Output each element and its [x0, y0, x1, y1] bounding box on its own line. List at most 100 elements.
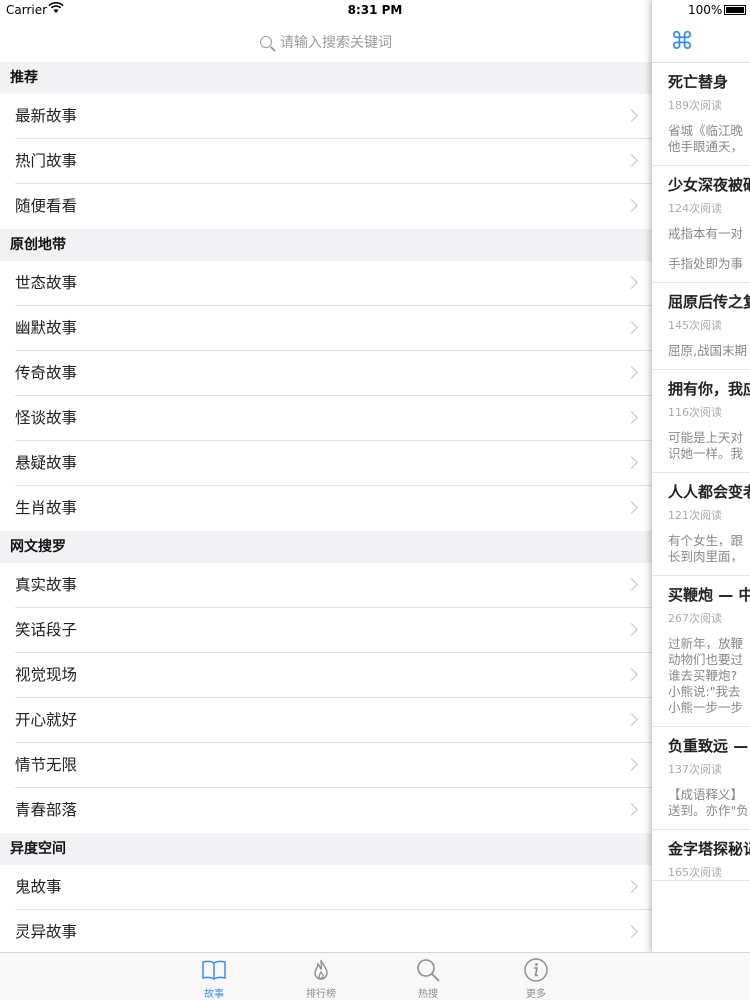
tab-ranking[interactable]: 排行榜	[291, 957, 351, 1000]
command-menu-icon[interactable]: ⌘	[670, 29, 694, 53]
category-row[interactable]: 生肖故事	[0, 486, 652, 531]
category-row[interactable]: 情节无限	[0, 743, 652, 788]
status-time: 8:31 PM	[347, 3, 403, 17]
category-label: 幽默故事	[15, 319, 78, 337]
category-row[interactable]: 青春部落	[0, 788, 652, 833]
story-title: 死亡替身	[668, 73, 729, 91]
story-excerpt: 有个女生，跟 长到肉里面，	[668, 533, 750, 575]
chevron-right-icon	[625, 623, 638, 636]
story-title: 屈原后传之复	[668, 293, 750, 311]
battery-icon	[724, 5, 746, 15]
battery-percentage: 100%	[688, 3, 723, 17]
excerpt-line: 有个女生，跟	[668, 533, 744, 548]
chevron-right-icon	[625, 758, 638, 771]
story-excerpt: 过新年，放鞭 动物们也要过 谁去买鞭炮? 小熊说:"我去 小熊一步一步	[668, 636, 750, 726]
excerpt-line: 小熊一步一步	[668, 700, 744, 715]
chevron-right-icon	[625, 456, 638, 469]
excerpt-line: 戒指本有一对	[668, 226, 744, 241]
excerpt-line: 送到。亦作"负	[668, 803, 749, 818]
category-row[interactable]: 视觉现场	[0, 653, 652, 698]
category-label: 情节无限	[15, 756, 78, 774]
story-title: 人人都会变老	[668, 483, 750, 501]
category-row[interactable]: 悬疑故事	[0, 441, 652, 486]
tab-hot-search[interactable]: 热搜	[398, 957, 458, 1000]
story-list-panel: ⌘ 死亡替身 189次阅读省城《临江晚 他手眼通天， 少女深夜被砸 124次阅读戒指本有…	[652, 0, 750, 952]
category-label: 热门故事	[15, 152, 78, 170]
story-read-count: 116次阅读	[668, 406, 722, 419]
excerpt-line: 手指处即为事	[668, 256, 744, 271]
category-row[interactable]: 热门故事	[0, 139, 652, 184]
chevron-right-icon	[625, 501, 638, 514]
category-row[interactable]: 最新故事	[0, 94, 652, 139]
search-icon	[398, 957, 458, 983]
story-read-count: 121次阅读	[668, 509, 722, 522]
story-list: 死亡替身 189次阅读省城《临江晚 他手眼通天， 少女深夜被砸 124次阅读戒指本有一对…	[652, 63, 750, 881]
story-read-count: 145次阅读	[668, 319, 722, 332]
tab-stories[interactable]: 故事	[184, 957, 244, 1000]
category-label: 笑话段子	[15, 621, 78, 639]
category-label: 视觉现场	[15, 666, 78, 684]
chevron-right-icon	[625, 109, 638, 122]
excerpt-line: 【成语释义】	[668, 787, 744, 802]
excerpt-line: 谁去买鞭炮?	[668, 668, 738, 683]
chevron-right-icon	[625, 578, 638, 591]
chevron-right-icon	[625, 276, 638, 289]
story-item[interactable]: 死亡替身 189次阅读省城《临江晚 他手眼通天，	[652, 63, 750, 166]
category-label: 开心就好	[15, 711, 78, 729]
search-bar[interactable]: 请输入搜索关键词	[0, 22, 652, 62]
category-label: 青春部落	[15, 801, 78, 819]
story-read-count: 189次阅读	[668, 99, 722, 112]
story-item[interactable]: 拥有你，我应 116次阅读 可能是上天对 识她一样。我	[652, 370, 750, 473]
excerpt-line: 屈原,战国末期	[668, 343, 747, 358]
category-list: 推荐 最新故事 热门故事 随便看看 原创地带 世态故事 幽默故事 传奇故事 怪谈故事 悬疑故事 生肖…	[0, 62, 652, 952]
tab-more[interactable]: 更多	[506, 957, 566, 1000]
story-read-count: 165次阅读	[668, 866, 722, 879]
category-label: 鬼故事	[15, 878, 62, 896]
category-label: 世态故事	[15, 274, 78, 292]
story-read-count: 124次阅读	[668, 202, 722, 215]
category-label: 怪谈故事	[15, 409, 78, 427]
info-icon	[506, 957, 566, 983]
category-row[interactable]: 随便看看	[0, 184, 652, 229]
chevron-right-icon	[625, 366, 638, 379]
excerpt-line: 动物们也要过	[668, 652, 744, 667]
chevron-right-icon	[625, 668, 638, 681]
story-item[interactable]: 屈原后传之复 145次阅读屈原,战国末期	[652, 283, 750, 370]
tab-label: 更多	[526, 989, 546, 1000]
story-item[interactable]: 少女深夜被砸 124次阅读戒指本有一对 手指处即为事	[652, 166, 750, 283]
story-excerpt: 屈原,战国末期	[668, 343, 750, 369]
section-header: 异度空间	[0, 833, 652, 865]
category-row[interactable]: 开心就好	[0, 698, 652, 743]
section-header: 推荐	[0, 62, 652, 94]
story-read-count: 137次阅读	[668, 763, 722, 776]
category-row[interactable]: 传奇故事	[0, 351, 652, 396]
search-icon	[260, 36, 272, 48]
story-read-count: 267次阅读	[668, 612, 722, 625]
story-item[interactable]: 买鞭炮 — 中 267次阅读 过新年，放鞭 动物们也要过 谁去买鞭炮? 小熊说:"我去 小熊…	[652, 576, 750, 727]
category-row[interactable]: 鬼故事	[0, 865, 652, 910]
category-row[interactable]: 笑话段子	[0, 608, 652, 653]
search-placeholder: 请输入搜索关键词	[280, 35, 392, 51]
chevron-right-icon	[625, 925, 638, 938]
story-item[interactable]: 金字塔探秘记 165次阅读	[652, 830, 750, 881]
story-item[interactable]: 人人都会变老 121次阅读有个女生，跟 长到肉里面，	[652, 473, 750, 576]
category-row[interactable]: 幽默故事	[0, 306, 652, 351]
excerpt-line: 省城《临江晚	[668, 123, 744, 138]
chevron-right-icon	[625, 803, 638, 816]
category-row[interactable]: 真实故事	[0, 563, 652, 608]
story-title: 少女深夜被砸	[668, 176, 750, 194]
chevron-right-icon	[625, 713, 638, 726]
story-excerpt: 省城《临江晚 他手眼通天，	[668, 123, 750, 165]
book-icon	[184, 957, 244, 983]
category-label: 传奇故事	[15, 364, 78, 382]
chevron-right-icon	[625, 199, 638, 212]
story-item[interactable]: 负重致远 — 137次阅读 【成语释义】 送到。亦作"负	[652, 727, 750, 830]
tab-label: 故事	[204, 989, 224, 1000]
tab-label: 热搜	[418, 989, 438, 1000]
category-panel: 请输入搜索关键词 推荐 最新故事 热门故事 随便看看 原创地带 世态故事 幽默故事 传奇故事怪…	[0, 0, 652, 952]
flame-icon	[291, 957, 351, 983]
category-row[interactable]: 世态故事	[0, 261, 652, 306]
category-row[interactable]: 灵异故事	[0, 910, 652, 952]
excerpt-line: 识她一样。我	[668, 446, 744, 461]
category-row[interactable]: 怪谈故事	[0, 396, 652, 441]
